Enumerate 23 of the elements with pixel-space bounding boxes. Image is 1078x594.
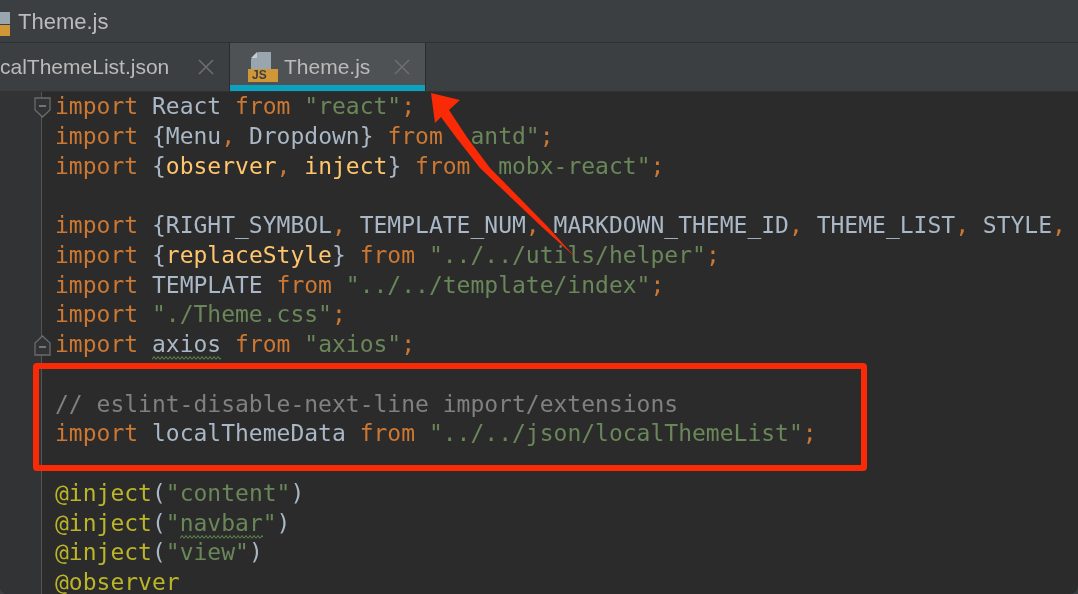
code-line: import {RIGHT_SYMBOL, TEMPLATE_NUM, MARKDOWN_THEME_ID, THEME_LIST, STYLE, bbox=[55, 211, 1066, 241]
close-icon[interactable] bbox=[198, 59, 214, 75]
code-line: import {replaceStyle} from "../../utils/helper"; bbox=[55, 240, 720, 270]
code-line: import "./Theme.css"; bbox=[55, 300, 346, 330]
fold-marker-icon[interactable] bbox=[34, 97, 51, 118]
file-icon bbox=[0, 12, 10, 36]
code-line: import {Menu, Dropdown} from antd"; bbox=[55, 121, 554, 151]
code-line: @inject("content") bbox=[55, 478, 305, 508]
window-title: Theme.js bbox=[18, 7, 109, 36]
editor-tab[interactable]: JS Theme.js bbox=[230, 43, 426, 91]
code-line: import {observer, inject} from mobx-react"; bbox=[55, 151, 665, 181]
code-line: @observer bbox=[55, 568, 180, 594]
code-line: // eslint-disable-next-line import/extensions bbox=[55, 389, 679, 419]
code-line: import React from "react"; bbox=[55, 92, 416, 121]
code-line: import localThemeData from "../../json/localThemeList"; bbox=[55, 419, 817, 449]
file-type-badge: JS bbox=[248, 69, 278, 82]
editor-tab[interactable]: calThemeList.json bbox=[0, 43, 230, 91]
code-line: @inject("view") bbox=[55, 538, 263, 568]
code-line: @inject("navbar") bbox=[55, 508, 291, 538]
document-icon bbox=[251, 52, 271, 69]
fold-marker-icon[interactable] bbox=[34, 335, 51, 356]
code-line: import axios from "axios"; bbox=[55, 330, 416, 359]
code-line: import TEMPLATE from "../../template/index"; bbox=[55, 270, 665, 300]
